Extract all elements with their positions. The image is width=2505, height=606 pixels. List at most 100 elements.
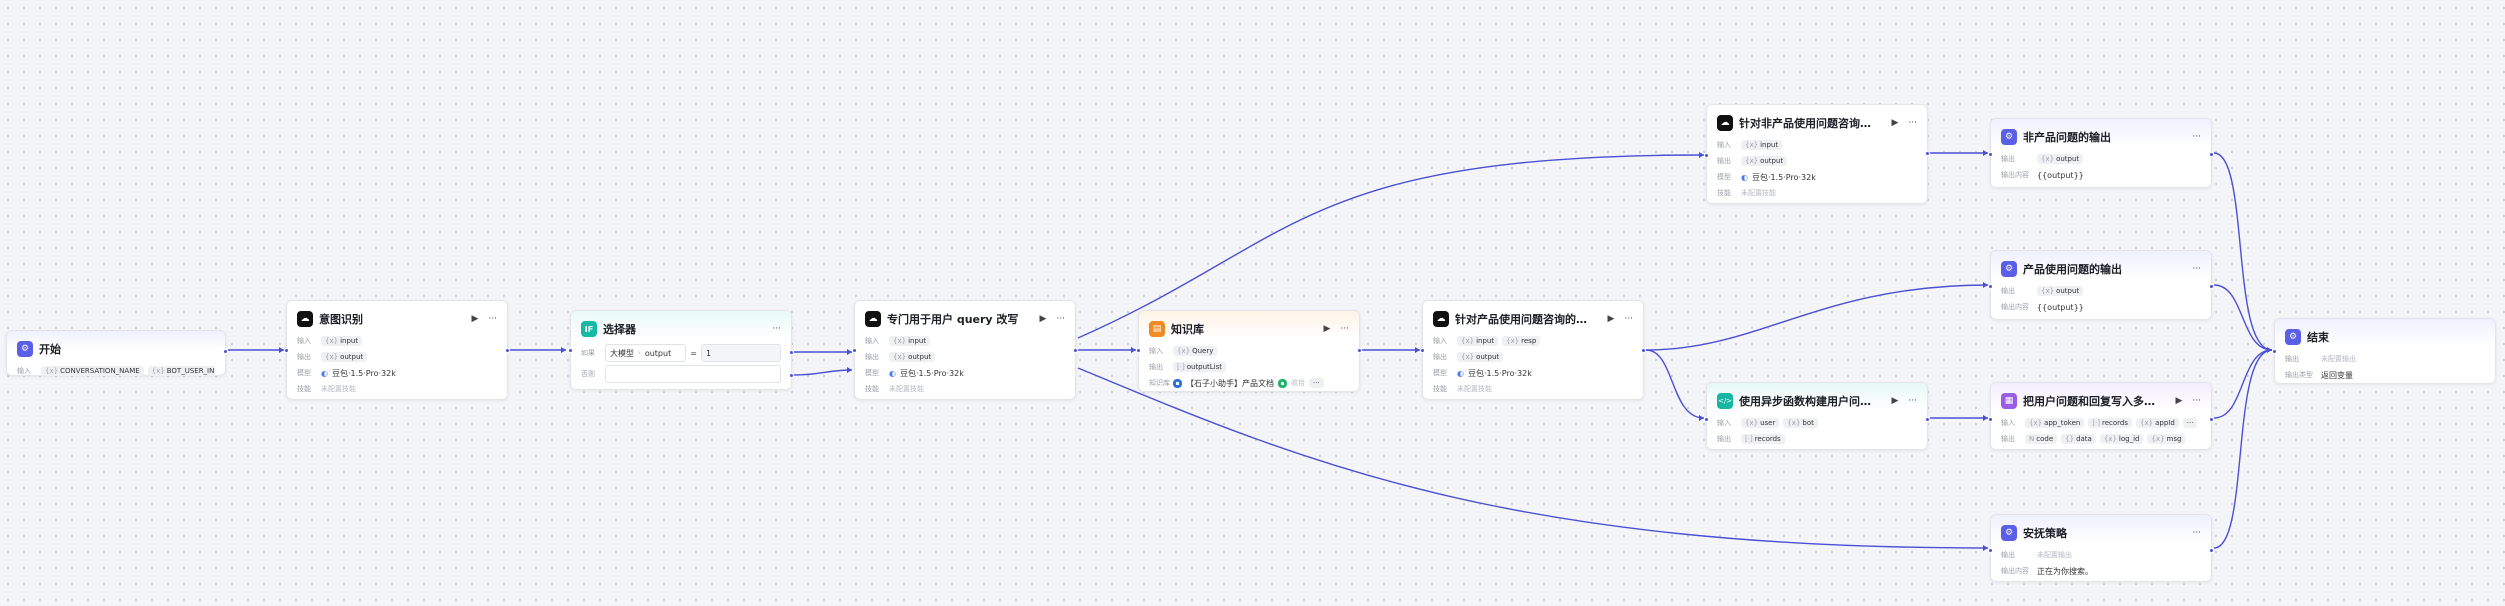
- node-title: 专门用于用户 query 改写: [887, 313, 1019, 326]
- variable-tag: {x} log_id: [2099, 434, 2144, 444]
- more-icon[interactable]: ···: [772, 324, 781, 334]
- input-handle[interactable]: [2272, 349, 2277, 354]
- input-handle[interactable]: [284, 348, 289, 353]
- document-icon: ▪: [1173, 378, 1182, 388]
- start-node[interactable]: ⚙ 开始 输入 {x} CONVERSATION_NAME {x} BOT_USER…: [6, 330, 228, 376]
- intent-node[interactable]: ☁ 意图识别 ▶ ··· 输入 {x} input 输出 {x} output 模型 ◐ 豆…: [284, 300, 510, 400]
- input-handle[interactable]: [1988, 417, 1993, 422]
- edge-nonproductout-end: [2213, 152, 2273, 351]
- more-icon[interactable]: ···: [2192, 132, 2201, 142]
- else-box[interactable]: [605, 365, 781, 383]
- knowledge-doc: 【石子小助手】产品文档: [1186, 378, 1274, 388]
- general-assistant-node[interactable]: ☁ 针对非产品使用问题咨询的通用... ▶ ··· 输入{x}input 输出{…: [1704, 104, 1930, 204]
- comfort-node[interactable]: ⚙ 安抚策略 ··· 输出 未配置输出 输出内容 正在为你搜索。: [1988, 514, 2214, 582]
- variable-tag: {} data: [2061, 434, 2096, 444]
- edge-sheet-end: [2213, 349, 2273, 419]
- selector-node[interactable]: IF 选择器 ··· 如果 大模型 › output = 1 否则: [568, 310, 794, 390]
- sheet-write-node[interactable]: ▦ 把用户问题和回复写入多维表格 ▶ ··· 输入 {x} app_token […: [1988, 382, 2214, 450]
- model-icon: ◐: [1741, 172, 1748, 182]
- input-handle[interactable]: [1136, 348, 1141, 353]
- more-icon[interactable]: ···: [1624, 314, 1633, 324]
- run-icon[interactable]: ▶: [1323, 324, 1330, 334]
- output-content: {{output}}: [2037, 170, 2084, 180]
- condition-left[interactable]: 大模型 › output: [605, 344, 687, 362]
- flow-icon: ⚙: [2001, 129, 2017, 145]
- run-icon[interactable]: ▶: [1039, 314, 1046, 324]
- node-title: 针对产品使用问题咨询的小助手...: [1455, 313, 1598, 326]
- output-handle[interactable]: [1073, 348, 1078, 353]
- more-icon[interactable]: ···: [1056, 314, 1065, 324]
- input-handle[interactable]: [1988, 152, 1993, 157]
- chevron-icon: ›: [638, 349, 641, 357]
- run-icon[interactable]: ▶: [2175, 396, 2182, 406]
- input-handle[interactable]: [1420, 348, 1425, 353]
- input-handle[interactable]: [852, 348, 857, 353]
- more-icon[interactable]: ···: [2192, 264, 2201, 274]
- edge-product-productout: [1645, 284, 1989, 351]
- output-handle[interactable]: [2209, 284, 2214, 289]
- more-docs-badge[interactable]: ···: [1309, 378, 1324, 388]
- async-code-node[interactable]: </> 使用异步函数构建用户问题和回... ▶ ··· 输入 {x}user {…: [1704, 382, 1930, 450]
- more-icon[interactable]: ···: [1908, 396, 1917, 406]
- node-title: 意图识别: [319, 313, 363, 326]
- more-icon[interactable]: ···: [1340, 324, 1349, 334]
- more-inputs-badge[interactable]: ···: [2182, 418, 2198, 428]
- llm-icon: ☁: [1717, 115, 1733, 131]
- output-handle[interactable]: [1925, 151, 1930, 156]
- skill-value: 未配置技能: [889, 385, 924, 393]
- input-handle[interactable]: [1704, 417, 1709, 422]
- variable-tag: {x} input: [1741, 140, 1783, 150]
- product-output-node[interactable]: ⚙ 产品使用问题的输出 ··· 输出 {x} output 输出内容 {{output…: [1988, 250, 2214, 320]
- output-handle[interactable]: [1925, 417, 1930, 422]
- non-product-output-node[interactable]: ⚙ 非产品问题的输出 ··· 输出 {x} output 输出内容 {{output}…: [1988, 118, 2214, 188]
- output-handle[interactable]: [505, 348, 510, 353]
- variable-tag: {x} input: [1457, 336, 1499, 346]
- run-icon[interactable]: ▶: [1891, 396, 1898, 406]
- node-title: 使用异步函数构建用户问题和回...: [1739, 395, 1882, 408]
- product-assistant-node[interactable]: ☁ 针对产品使用问题咨询的小助手... ▶ ··· 输入 {x}input {x…: [1420, 300, 1646, 400]
- knowledge-node[interactable]: ▤ 知识库 ▶ ··· 输入 {x} Query 输出 [·] outputList 知…: [1136, 310, 1362, 392]
- knowledge-doc-2: 收拾: [1291, 379, 1305, 387]
- more-icon[interactable]: ···: [2192, 396, 2201, 406]
- output-handle[interactable]: [2209, 417, 2214, 422]
- else-handle[interactable]: [789, 373, 794, 378]
- run-icon[interactable]: ▶: [1607, 314, 1614, 324]
- input-handle[interactable]: [1988, 284, 1993, 289]
- condition-value[interactable]: 1: [701, 344, 781, 362]
- variable-tag: [·] outputList: [1173, 362, 1227, 372]
- llm-icon: ☁: [865, 311, 881, 327]
- input-handle[interactable]: [1988, 548, 1993, 553]
- more-icon[interactable]: ···: [488, 314, 497, 324]
- variable-tag: {x} output: [889, 352, 936, 362]
- input-handle[interactable]: [568, 348, 573, 353]
- output-value: 未配置输出: [2037, 551, 2072, 559]
- more-icon[interactable]: ···: [1908, 118, 1917, 128]
- plugin-icon: ▦: [2001, 393, 2017, 409]
- flow-icon: ⚙: [2285, 329, 2301, 345]
- run-icon[interactable]: ▶: [471, 314, 478, 324]
- run-icon[interactable]: ▶: [1891, 118, 1898, 128]
- more-icon[interactable]: ···: [2192, 528, 2201, 538]
- variable-tag: {x} msg: [2147, 434, 2186, 444]
- if-handle[interactable]: [789, 350, 794, 355]
- variable-tag: [·] records: [2088, 418, 2133, 428]
- model-icon: ◐: [321, 368, 328, 378]
- output-handle[interactable]: [2209, 152, 2214, 157]
- node-title: 安抚策略: [2023, 527, 2067, 540]
- output-handle[interactable]: [223, 349, 228, 354]
- rewrite-node[interactable]: ☁ 专门用于用户 query 改写 ▶ ··· 输入 {x} input 输出 {x}…: [852, 300, 1078, 400]
- end-node[interactable]: ⚙ 结束 输出 未配置输出 输出类型 返回变量: [2272, 318, 2496, 384]
- variable-tag: {x} CONVERSATION_NAME: [41, 366, 144, 376]
- output-handle[interactable]: [2209, 548, 2214, 553]
- output-handle[interactable]: [1357, 348, 1362, 353]
- variable-tag: {x} output: [2037, 154, 2084, 164]
- model-icon: ◐: [1457, 368, 1464, 378]
- input-handle[interactable]: [1704, 153, 1709, 158]
- variable-tag: {x} output: [321, 352, 368, 362]
- variable-tag: {x} output: [1741, 156, 1788, 166]
- condition-operator[interactable]: =: [690, 349, 697, 358]
- variable-tag: {x} user: [1741, 418, 1780, 428]
- output-handle[interactable]: [1641, 348, 1646, 353]
- node-title: 开始: [39, 343, 61, 356]
- code-icon: </>: [1717, 393, 1733, 409]
